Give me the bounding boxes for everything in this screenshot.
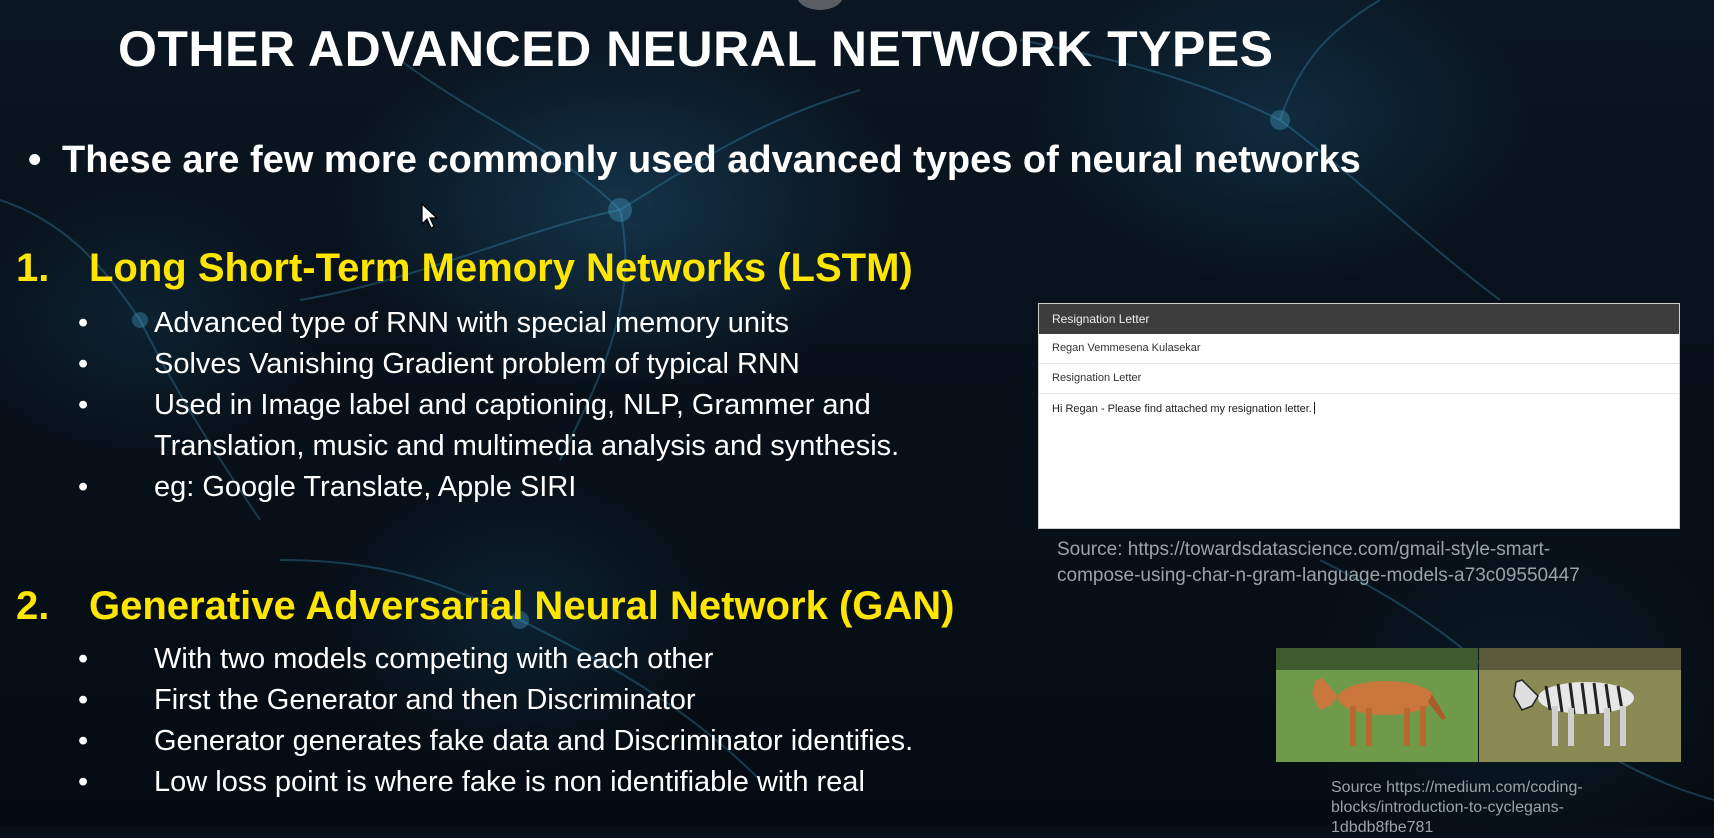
list-item: • eg: Google Translate, Apple SIRI <box>78 467 1014 508</box>
lstm-source-caption: Source: https://towardsdatascience.com/g… <box>1057 537 1580 589</box>
list-item: • Generator generates fake data and Discr… <box>78 721 1014 762</box>
slide-title: OTHER ADVANCED NEURAL NETWORK TYPES <box>118 21 1274 77</box>
list-item-text: Solves Vanishing Gradient problem of typ… <box>154 348 800 380</box>
bullet-dot: • <box>78 307 89 339</box>
section-number: 1. <box>16 246 50 290</box>
gan-source-caption: Source https://medium.com/coding- blocks… <box>1331 778 1583 838</box>
list-item-text: Advanced type of RNN with special memory… <box>154 307 790 339</box>
section-heading-gan: 2. Generative Adversarial Neural Network … <box>16 578 955 634</box>
bullet-dot: • <box>78 643 89 675</box>
bullet-dot: • <box>78 766 89 798</box>
section-heading-lstm: 1. Long Short-Term Memory Networks (LSTM) <box>16 240 913 296</box>
section-title: Generative Adversarial Neural Network (G… <box>89 584 955 628</box>
section-title: Long Short-Term Memory Networks (LSTM) <box>89 246 913 290</box>
lstm-bullet-list: • Advanced type of RNN with special memor… <box>78 303 1014 508</box>
section-number: 2. <box>16 584 50 628</box>
list-item-text: Used in Image label and captioning, NLP,… <box>154 389 900 462</box>
list-item-text: eg: Google Translate, Apple SIRI <box>154 471 577 503</box>
source-line: compose-using-char-n-gram-language-model… <box>1057 565 1580 586</box>
list-item: • Used in Image label and captioning, NLP… <box>78 385 1014 467</box>
gan-bullet-list: • With two models competing with each oth… <box>78 639 1014 803</box>
horse-zebra-cyclegan-image <box>1276 648 1681 762</box>
list-item: • Advanced type of RNN with special memor… <box>78 303 1014 344</box>
email-subject-field: Resignation Letter <box>1039 364 1679 394</box>
list-item-text: With two models competing with each othe… <box>154 643 714 675</box>
intro-bullet: • These are few more commonly used advanc… <box>28 134 1588 186</box>
email-to-field: Regan Vemmesena Kulasekar <box>1039 334 1679 364</box>
list-item-text: First the Generator and then Discriminat… <box>154 684 696 716</box>
list-item: • First the Generator and then Discrimina… <box>78 680 1014 721</box>
bullet-dot: • <box>78 684 89 716</box>
bullet-dot: • <box>78 389 89 421</box>
bullet-dot: • <box>78 725 89 757</box>
bullet-dot: • <box>78 348 89 380</box>
email-body-field: Hi Regan - Please find attached my resig… <box>1039 394 1679 423</box>
email-body-text: Hi Regan - Please find attached my resig… <box>1052 403 1312 415</box>
source-line: blocks/introduction-to-cyclegans- <box>1331 799 1564 816</box>
list-item: • Solves Vanishing Gradient problem of ty… <box>78 344 1014 385</box>
source-line: Source https://medium.com/coding- <box>1331 779 1583 796</box>
text-caret <box>1313 402 1315 414</box>
intro-text: These are few more commonly used advance… <box>62 139 1361 181</box>
bullet-dot: • <box>78 471 89 503</box>
email-compose-example: Resignation Letter Regan Vemmesena Kulas… <box>1038 303 1680 529</box>
cursor-arrow-icon <box>421 202 439 229</box>
list-item: • Low loss point is where fake is non ide… <box>78 762 1014 803</box>
email-header: Resignation Letter <box>1039 304 1679 334</box>
list-item-text: Low loss point is where fake is non iden… <box>154 766 865 798</box>
source-line: Source: https://towardsdatascience.com/g… <box>1057 539 1551 560</box>
source-line: 1dbdb8fbe781 <box>1331 819 1434 836</box>
list-item-text: Generator generates fake data and Discri… <box>154 725 914 757</box>
list-item: • With two models competing with each oth… <box>78 639 1014 680</box>
bullet-dot: • <box>28 139 42 181</box>
